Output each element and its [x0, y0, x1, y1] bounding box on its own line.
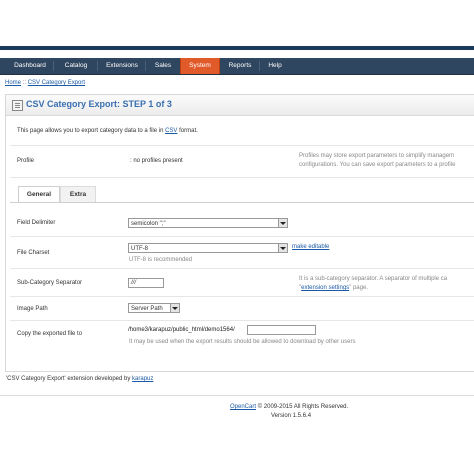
subcategory-help-line-2: "extension settings" page. — [299, 285, 368, 291]
menu-system[interactable]: System — [180, 58, 220, 74]
menu-extensions[interactable]: Extensions — [100, 58, 144, 74]
opencart-link[interactable]: OpenCart — [230, 404, 256, 410]
breadcrumb: Home :: CSV Category Export — [5, 80, 85, 86]
file-charset-note: UTF-8 is recommended — [129, 257, 193, 263]
field-delimiter-select[interactable]: semicolon ";" — [128, 218, 288, 228]
chevron-down-icon — [170, 304, 179, 312]
divider — [10, 177, 474, 178]
extension-note-prefix: 'CSV Category Export' extension develope… — [6, 376, 131, 382]
tab-extra[interactable]: Extra — [60, 186, 96, 203]
file-charset-select[interactable]: UTF-8 — [128, 243, 288, 253]
chevron-down-icon — [278, 244, 287, 252]
karapuz-link[interactable]: karapuz — [132, 376, 153, 382]
top-bar — [0, 46, 474, 50]
profile-value: : no profiles present — [130, 158, 183, 164]
divider — [10, 296, 474, 297]
menu-reports[interactable]: Reports — [222, 58, 258, 74]
subcategory-help-line-1: It is a sub-category separator. A separa… — [299, 276, 448, 282]
footer-divider — [0, 395, 474, 396]
menu-separator — [145, 61, 146, 71]
menu-sales[interactable]: Sales — [148, 58, 178, 74]
page-title: CSV Category Export: STEP 1 of 3 — [26, 99, 172, 109]
tab-underline — [10, 202, 474, 203]
divider — [10, 236, 474, 237]
copy-to-input[interactable] — [247, 325, 316, 335]
copy-to-label: Copy the exported file to — [17, 331, 83, 337]
subcategory-help-suffix: " page. — [349, 285, 368, 291]
breadcrumb-home-link[interactable]: Home — [5, 80, 21, 86]
subcategory-separator-input[interactable]: /// — [128, 278, 164, 288]
divider — [10, 320, 474, 321]
file-charset-label: File Charset — [17, 250, 50, 256]
image-path-value: Server Path — [131, 306, 163, 312]
menu-separator — [259, 61, 260, 71]
breadcrumb-separator: :: — [22, 80, 27, 86]
menu-separator — [97, 61, 98, 71]
image-path-label: Image Path — [17, 306, 48, 312]
menu-dashboard[interactable]: Dashboard — [8, 58, 52, 74]
copy-to-path: /home3/karapuz/public_html/demo1564/ — [128, 327, 235, 333]
intro-suffix: format. — [179, 128, 198, 134]
make-editable-link[interactable]: make editable — [292, 244, 329, 250]
intro-text: This page allows you to export category … — [17, 128, 198, 134]
image-path-select[interactable]: Server Path — [128, 303, 180, 313]
document-icon — [12, 100, 23, 111]
breadcrumb-current-link[interactable]: CSV Category Export — [28, 80, 85, 86]
profile-help-line-1: Profiles may store export parameters to … — [299, 153, 455, 159]
box-heading: CSV Category Export: STEP 1 of 3 — [6, 95, 474, 116]
intro-prefix: This page allows you to export category … — [17, 128, 164, 134]
divider — [10, 268, 474, 269]
divider — [10, 145, 474, 146]
extension-settings-link[interactable]: extension settings — [301, 285, 349, 291]
field-delimiter-value: semicolon ";" — [131, 221, 166, 227]
file-charset-value: UTF-8 — [131, 246, 148, 252]
extension-note: 'CSV Category Export' extension develope… — [6, 376, 153, 382]
profile-help-line-2: configurations. You can save export para… — [299, 162, 456, 168]
menu-help[interactable]: Help — [262, 58, 288, 74]
footer-version: Version 1.5.6.4 — [271, 413, 312, 419]
copy-to-note: It may be used when the export results s… — [129, 339, 356, 345]
footer-copyright: OpenCart © 2009-2015 All Rights Reserved… — [230, 404, 348, 410]
tab-general[interactable]: General — [18, 186, 60, 203]
field-delimiter-label: Field Delimiter — [17, 220, 56, 226]
menu-separator — [53, 61, 54, 71]
footer-copyright-text: © 2009-2015 All Rights Reserved. — [257, 404, 349, 410]
menu-catalog[interactable]: Catalog — [56, 58, 96, 74]
main-menu: Dashboard Catalog Extensions Sales Syste… — [0, 58, 474, 75]
csv-link[interactable]: CSV — [165, 128, 177, 134]
chevron-down-icon — [278, 219, 287, 227]
subcategory-separator-label: Sub-Category Separator — [17, 280, 83, 286]
profile-label: Profile — [17, 158, 35, 164]
